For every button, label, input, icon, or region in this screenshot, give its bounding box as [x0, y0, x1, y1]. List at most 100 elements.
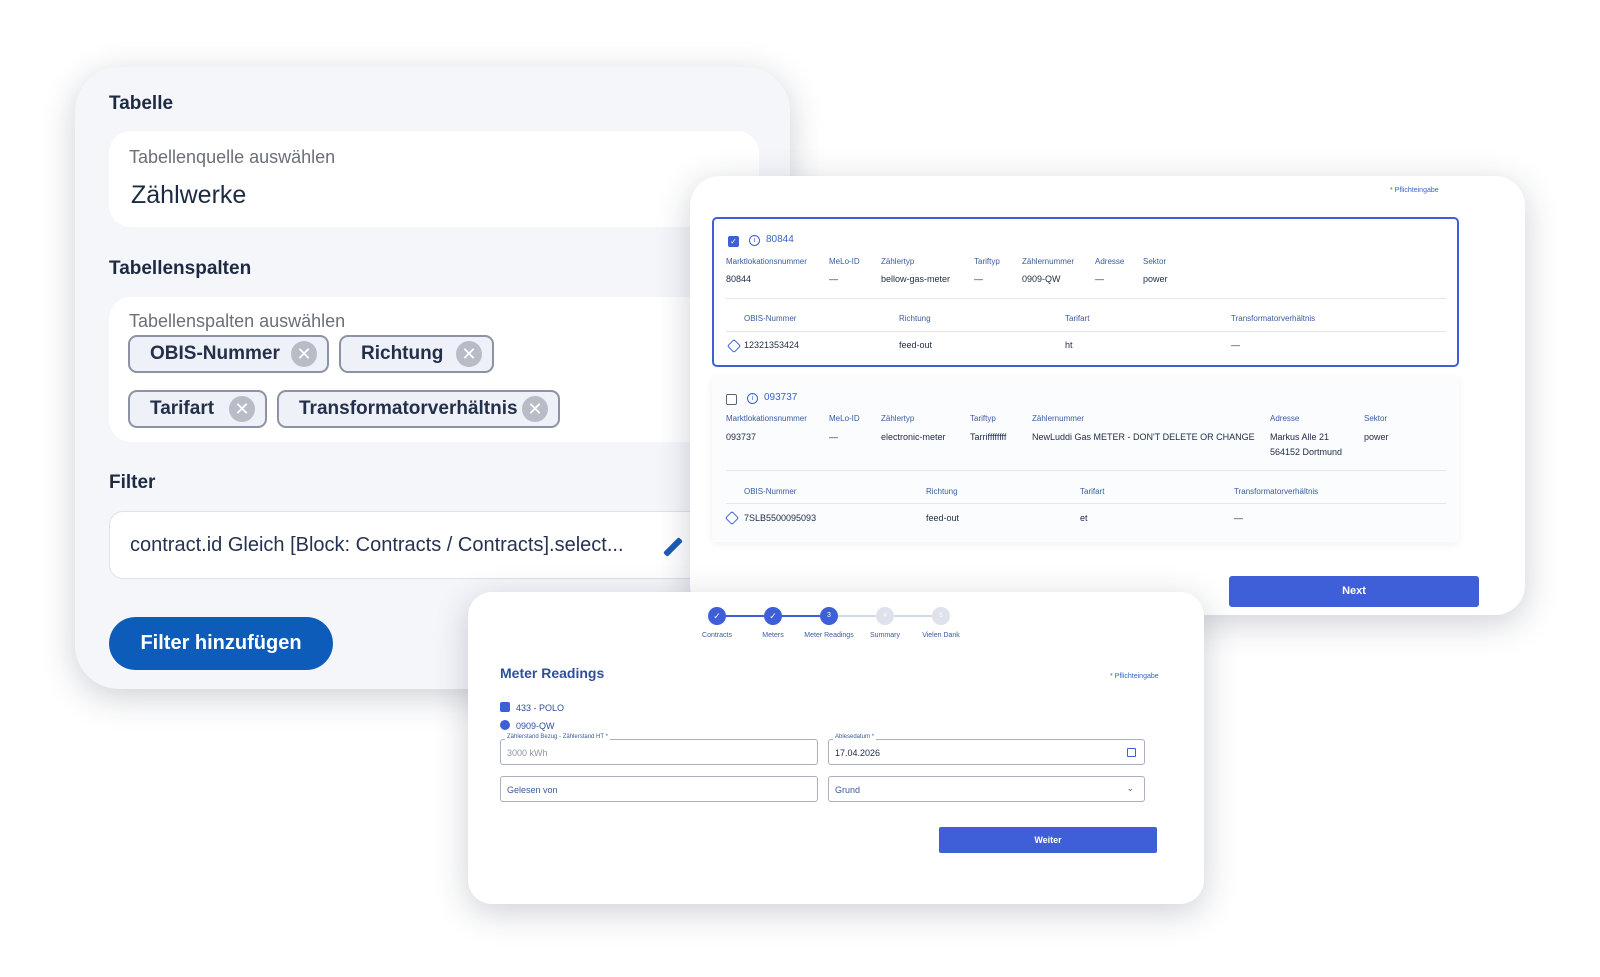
register-cell: 7SLB5500095093	[744, 513, 817, 523]
register-header: Richtung	[899, 314, 931, 323]
filter-heading: Filter	[109, 472, 156, 493]
chip-label: Richtung	[361, 343, 444, 364]
cell: power	[1364, 432, 1389, 442]
chip-label: OBIS-Nummer	[150, 343, 280, 364]
edit-icon[interactable]	[663, 537, 683, 557]
register-header: OBIS-Nummer	[744, 314, 797, 323]
table-source-select[interactable]: Tabellenquelle auswählen Zählwerke	[109, 131, 759, 227]
cell: Tarriffffffff	[970, 432, 1007, 442]
col-header: Zählernummer	[1032, 414, 1085, 423]
register-cell: feed-out	[899, 340, 933, 350]
meter-card[interactable]: ✓ i 80844 Marktlokationsnummer MeLo-ID Z…	[712, 217, 1459, 367]
table-source-value: Zählwerke	[131, 181, 247, 209]
cell: 093737	[726, 432, 757, 442]
cell: 564152 Dortmund	[1270, 447, 1343, 457]
add-filter-button[interactable]: Filter hinzufügen	[109, 617, 333, 670]
filter-value: contract.id Gleich [Block: Contracts / C…	[130, 534, 624, 556]
close-icon[interactable]: ✕	[456, 341, 482, 367]
table-heading: Tabelle	[109, 93, 174, 114]
next-button[interactable]: Next	[1229, 576, 1479, 607]
reason-placeholder: Grund	[835, 785, 861, 795]
date-value: 17.04.2026	[835, 748, 881, 758]
register-header: Transformatorverhältnis	[1234, 487, 1319, 496]
continue-button[interactable]: Weiter	[939, 827, 1157, 853]
reading-placeholder: 3000 kWh	[507, 748, 548, 758]
col-header: Zählertyp	[881, 414, 915, 423]
info-icon: i	[747, 393, 758, 404]
register-header: Tarifart	[1065, 314, 1090, 323]
chip-transformatorverhaeltnis: Transformatorverhältnis ✕	[277, 390, 560, 428]
chip-label: Transformatorverhältnis	[299, 398, 518, 419]
meter-id: 093737	[764, 392, 798, 403]
meter-card[interactable]: i 093737 Marktlokationsnummer MeLo-ID Zä…	[712, 377, 1459, 542]
register-header: OBIS-Nummer	[744, 487, 797, 496]
cell: NewLuddi Gas METER - DON'T DELETE OR CHA…	[1032, 432, 1255, 442]
columns-select[interactable]: Tabellenspalten auswählen OBIS-Nummer ✕ …	[109, 297, 759, 442]
info-icon: i	[749, 235, 760, 246]
close-icon[interactable]: ✕	[291, 341, 317, 367]
chip-obis-nummer: OBIS-Nummer ✕	[128, 335, 329, 373]
cell: —	[974, 274, 983, 284]
cell: bellow-gas-meter	[881, 274, 951, 284]
col-header: Zählertyp	[881, 257, 915, 266]
register-cell: —	[1231, 340, 1240, 350]
filter-input[interactable]: contract.id Gleich [Block: Contracts / C…	[109, 511, 749, 579]
step-vielen-dank: 5	[932, 607, 950, 625]
col-header: MeLo-ID	[829, 257, 860, 266]
col-header: MeLo-ID	[829, 414, 860, 423]
page-title: Meter Readings	[500, 665, 605, 681]
cell: 0909-QW	[1022, 274, 1061, 284]
chip-tarifart: Tarifart ✕	[128, 390, 267, 428]
step-connector	[726, 615, 764, 617]
col-header: Marktlokationsnummer	[726, 257, 807, 266]
divider	[726, 331, 1446, 332]
col-header: Tariftyp	[974, 257, 1000, 266]
register-cell: ht	[1065, 340, 1073, 350]
step-summary: 4	[876, 607, 894, 625]
date-label: Ablesedatum *	[833, 734, 877, 740]
col-header: Zählernummer	[1022, 257, 1075, 266]
divider	[726, 470, 1446, 471]
read-by-input[interactable]: Gelesen von	[500, 776, 818, 802]
register-header: Tarifart	[1080, 487, 1105, 496]
required-note: * Pflichteingabe	[1390, 187, 1439, 194]
table-source-label: Tabellenquelle auswählen	[129, 147, 336, 167]
close-icon[interactable]: ✕	[522, 396, 548, 422]
register-cell: 12321353424	[744, 340, 800, 350]
cell: —	[1095, 274, 1104, 284]
meter-row: 0909-QW	[500, 720, 555, 731]
meter-icon	[500, 720, 510, 730]
cube-icon	[726, 338, 742, 354]
step-connector	[894, 615, 932, 617]
meter-readings-panel: ✓ ✓ 3 4 5 Contracts Meters Meter Reading…	[468, 592, 1204, 904]
cell: power	[1143, 274, 1168, 284]
checkbox-unchecked[interactable]	[726, 394, 737, 405]
columns-heading: Tabellenspalten	[109, 258, 252, 279]
cell: Markus Alle 21	[1270, 432, 1330, 442]
col-header: Tariftyp	[970, 414, 996, 423]
cell: 80844	[726, 274, 752, 284]
register-header: Transformatorverhältnis	[1231, 314, 1316, 323]
chevron-down-icon: ⌄	[1126, 783, 1134, 793]
close-icon[interactable]: ✕	[229, 396, 255, 422]
register-cell: feed-out	[926, 513, 960, 523]
date-input[interactable]: Ablesedatum * 17.04.2026	[828, 734, 1145, 765]
reading-input[interactable]: Zählerstand Bezug - Zählerstand HT * 300…	[500, 734, 818, 765]
cell: —	[829, 274, 838, 284]
cell: electronic-meter	[881, 432, 946, 442]
col-header: Marktlokationsnummer	[726, 414, 807, 423]
register-cell: —	[1234, 513, 1243, 523]
checkbox-checked[interactable]: ✓	[728, 236, 739, 247]
calendar-icon[interactable]	[1127, 748, 1136, 757]
document-icon	[500, 702, 510, 712]
meters-panel: * Pflichteingabe ✓ i 80844 Marktlokation…	[690, 176, 1525, 615]
col-header: Sektor	[1364, 414, 1388, 423]
read-by-placeholder: Gelesen von	[507, 785, 558, 795]
step-meter-readings: 3	[820, 607, 838, 625]
columns-label: Tabellenspalten auswählen	[129, 311, 346, 331]
reason-select[interactable]: Grund ⌄	[828, 776, 1145, 802]
register-cell: et	[1080, 513, 1088, 523]
cell: —	[829, 432, 838, 442]
divider	[726, 503, 1446, 504]
meter-value: 0909-QW	[516, 721, 555, 731]
